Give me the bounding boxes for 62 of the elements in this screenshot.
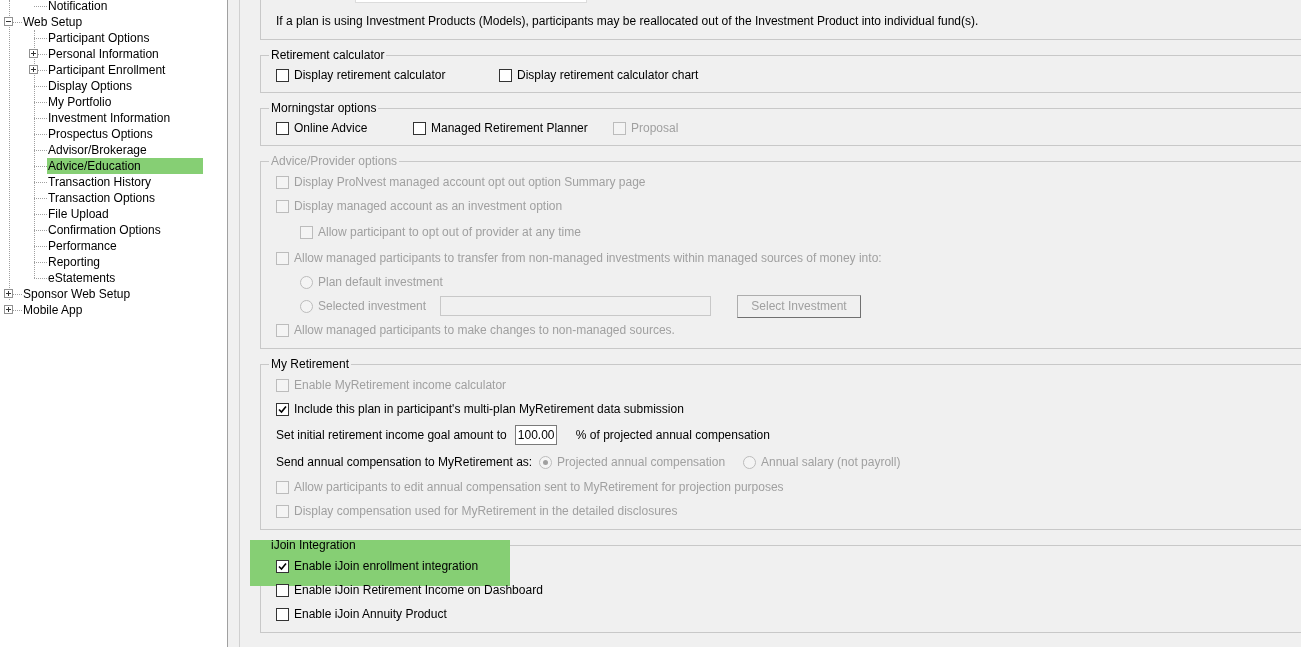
group-title: Advice/Provider options	[270, 153, 399, 170]
info-text: If a plan is using Investment Products (Models), participants may be reallocated out of the Investment Product into individual fund(s).	[276, 13, 980, 30]
field-label: Send annual compensation to MyRetirement as:	[276, 454, 534, 471]
checkbox-label: Managed Retirement Planner	[431, 120, 588, 137]
group-title: Morningstar options	[270, 100, 378, 117]
checkbox-label: Display retirement calculator chart	[517, 67, 699, 84]
expander-icon[interactable]	[4, 289, 13, 298]
expander-icon[interactable]	[29, 49, 38, 58]
checkbox[interactable]	[276, 68, 289, 82]
checkbox-label: Allow participant to opt out of provider at any time	[318, 224, 581, 241]
group-title: iJoin Integration	[270, 537, 357, 554]
tree-item[interactable]: File Upload	[47, 206, 110, 222]
field-label: Set initial retirement income goal amount to	[276, 427, 507, 444]
checkbox-label: Display managed account as an investment option	[294, 198, 563, 215]
checkbox-label: Online Advice	[294, 120, 368, 137]
checkbox[interactable]	[499, 68, 512, 82]
tree-item[interactable]: Participant Options	[47, 30, 151, 46]
tree-item[interactable]: eStatements	[47, 270, 117, 286]
radio-label: Projected annual compensation	[557, 454, 726, 471]
checkbox-label: Allow managed participants to make changes to non-managed sources.	[294, 322, 675, 339]
checkbox-label: Enable MyRetirement income calculator	[294, 377, 507, 394]
expander-icon[interactable]	[4, 17, 13, 26]
group-title: My Retirement	[270, 356, 351, 373]
tree-item[interactable]: Transaction Options	[47, 190, 156, 206]
tree-item[interactable]: Display Options	[47, 78, 134, 94]
group-title: Retirement calculator	[270, 47, 386, 64]
tree-item[interactable]: Sponsor Web Setup	[22, 286, 132, 302]
radio-label: Selected investment	[318, 298, 427, 315]
amount-field[interactable]: 100.00	[514, 425, 557, 445]
tree-item[interactable]: Advisor/Brokerage	[47, 142, 148, 158]
checkbox-label: Enable iJoin Annuity Product	[294, 606, 447, 623]
tree-item[interactable]: Notification	[47, 0, 109, 14]
checkbox[interactable]	[413, 121, 426, 135]
tree-item[interactable]: Web Setup	[22, 14, 84, 30]
field-suffix: % of projected annual compensation	[575, 427, 770, 444]
checkbox-label: Include this plan in participant's multi-plan MyRetirement data submission	[294, 401, 684, 418]
tree-item[interactable]: Transaction History	[47, 174, 152, 190]
tree-item[interactable]: Advice/Education	[47, 158, 203, 174]
checkbox-label: Allow participants to edit annual compensation sent to MyRetirement for projection purposes	[294, 479, 784, 496]
checkbox-label: Enable iJoin enrollment integration	[294, 558, 479, 575]
tree-item[interactable]: Reporting	[47, 254, 102, 270]
expander-icon[interactable]	[29, 65, 38, 74]
tree-item[interactable]: Participant Enrollment	[47, 62, 167, 78]
checkbox-label: Allow managed participants to transfer from non-managed investments within managed sources of money into:	[294, 250, 882, 267]
tree-item[interactable]: Performance	[47, 238, 118, 254]
radio-label: Plan default investment	[318, 274, 443, 291]
checkbox-label: Display ProNvest managed account opt out option Summary page	[294, 174, 646, 191]
expander-icon[interactable]	[4, 305, 13, 314]
checkbox-label: Proposal	[631, 120, 679, 137]
checkbox-label: Display compensation used for MyRetirement in the detailed disclosures	[294, 503, 678, 520]
tree-item[interactable]: Confirmation Options	[47, 222, 162, 238]
checkbox[interactable]	[276, 121, 289, 135]
tree-item[interactable]: Investment Information	[47, 110, 172, 126]
tree-item[interactable]: Personal Information	[47, 46, 160, 62]
radio-label: Annual salary (not payroll)	[761, 454, 901, 471]
tree-item[interactable]: My Portfolio	[47, 94, 113, 110]
tree-item[interactable]: Prospectus Options	[47, 126, 154, 142]
tree-item[interactable]: Mobile App	[22, 302, 84, 318]
checkbox-label: Enable iJoin Retirement Income on Dashboard	[294, 582, 543, 599]
checkbox-label: Display retirement calculator	[294, 67, 446, 84]
checkbox[interactable]	[276, 402, 289, 416]
checkbox[interactable]	[276, 607, 289, 621]
